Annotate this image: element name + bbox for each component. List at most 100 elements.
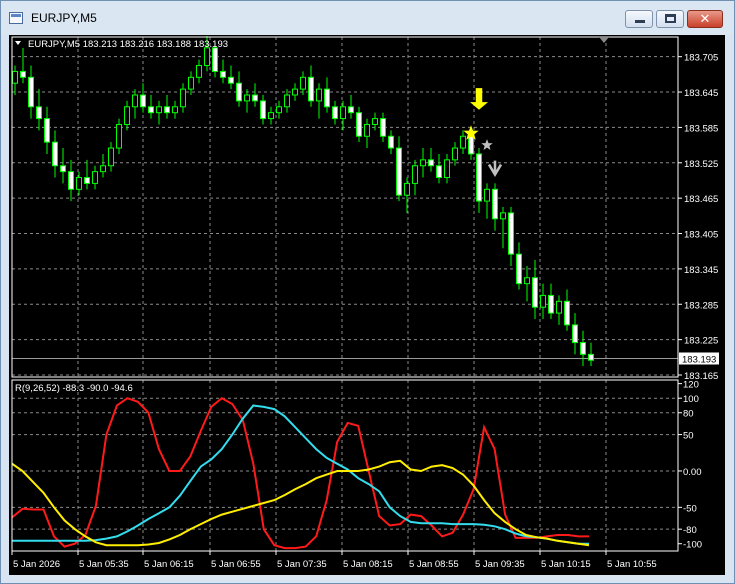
legend-symbol: EURJPY,M5	[28, 39, 83, 50]
candle-body	[116, 123, 122, 149]
candle-body	[564, 300, 570, 326]
time-label: 5 Jan 07:35	[277, 559, 327, 570]
time-label: 5 Jan 2026	[13, 559, 60, 570]
candle-body	[388, 135, 394, 149]
candle-body	[36, 106, 42, 120]
candle-body	[180, 88, 186, 108]
maximize-button[interactable]	[656, 10, 684, 28]
indicator-scale-label: -80	[683, 525, 697, 536]
candle-body	[588, 353, 594, 361]
candle-body	[124, 106, 130, 125]
minimize-icon	[635, 20, 645, 23]
candle-body	[84, 177, 90, 184]
chart-area[interactable]: 183.705 183.645 183.585 183.525 183.465 183.4…	[9, 35, 725, 575]
candle-body	[540, 294, 546, 308]
price-label: 183.285	[684, 300, 718, 311]
chart-canvas[interactable]: 183.705 183.645 183.585 183.525 183.465 183.4…	[9, 35, 725, 575]
window-title: EURJPY,M5	[31, 11, 97, 25]
candle-body	[276, 106, 282, 114]
minimize-button[interactable]	[625, 10, 653, 28]
time-label: 5 Jan 09:35	[475, 559, 525, 570]
candle-body	[428, 159, 434, 167]
indicator-scale-label: 100	[683, 394, 699, 405]
price-label: 183.585	[684, 123, 718, 134]
signal-markers	[463, 88, 503, 178]
candle-body	[356, 112, 362, 137]
candle-body	[92, 171, 98, 184]
maximize-icon	[665, 14, 676, 23]
candle-body	[396, 147, 402, 196]
candle-body	[196, 65, 202, 78]
title-bar[interactable]: EURJPY,M5 ✕	[1, 1, 734, 35]
price-label: 183.705	[684, 53, 718, 64]
legend-ohlc: 183.213 183.216 183.188 183.193	[83, 39, 228, 50]
time-label: 5 Jan 06:55	[211, 559, 261, 570]
candle-body	[220, 70, 226, 78]
indicator-line-red	[11, 396, 589, 550]
indicator-scale-label: -100	[683, 540, 702, 551]
candle-body	[28, 76, 34, 108]
candle-body	[300, 76, 306, 90]
candle-body	[452, 147, 458, 161]
candle-body	[460, 135, 466, 149]
indicator-pane-frame	[11, 379, 679, 552]
time-label: 5 Jan 06:15	[144, 559, 194, 570]
candle-body	[228, 76, 234, 84]
time-label: 5 Jan 10:15	[541, 559, 591, 570]
indicator-scale-label: 120	[683, 380, 699, 391]
candle-body	[244, 94, 250, 102]
candlesticks	[12, 36, 594, 367]
candle-body	[556, 300, 562, 314]
price-label: 183.465	[684, 194, 718, 205]
indicator-scale-label: -50	[683, 503, 697, 514]
candle-body	[156, 106, 162, 114]
price-label: 183.645	[684, 88, 718, 99]
chart-window: EURJPY,M5 ✕ 183.705 183.645 183.585 183.525…	[0, 0, 735, 584]
candle-body	[164, 106, 170, 114]
candle-body	[516, 253, 522, 285]
candle-body	[44, 118, 50, 143]
main-pane-frame	[11, 36, 679, 378]
candle-body	[260, 100, 266, 120]
candle-body	[148, 106, 154, 114]
candle-body	[500, 212, 506, 220]
chart-shift-icon	[599, 37, 609, 43]
price-label: 183.345	[684, 265, 718, 276]
candle-body	[268, 112, 274, 120]
close-icon: ✕	[699, 12, 711, 27]
candle-body	[548, 294, 554, 314]
candle-body	[108, 147, 114, 167]
price-label: 183.225	[684, 336, 718, 347]
time-label: 5 Jan 08:15	[343, 559, 393, 570]
indicator-scale-label: 0.00	[683, 467, 702, 478]
candle-body	[212, 47, 218, 72]
candle-body	[292, 88, 298, 96]
indicator-lines	[11, 396, 590, 550]
price-label: 183.525	[684, 159, 718, 170]
candle-body	[420, 159, 426, 167]
candle-body	[132, 94, 138, 108]
candle-body	[60, 165, 66, 173]
candle-body	[332, 106, 338, 120]
candle-body	[20, 70, 26, 78]
candle-body	[508, 212, 514, 255]
current-price-label: 183.193	[682, 354, 716, 365]
candle-body	[404, 182, 410, 196]
price-label: 183.405	[684, 230, 718, 241]
signal-star-icon	[481, 139, 493, 150]
close-button[interactable]: ✕	[687, 10, 723, 28]
time-label: 5 Jan 10:55	[607, 559, 657, 570]
candle-body	[140, 94, 146, 108]
candle-body	[204, 47, 210, 67]
candle-body	[364, 123, 370, 137]
candle-body	[324, 88, 330, 108]
candle-body	[372, 118, 378, 125]
candle-body	[580, 342, 586, 355]
candle-body	[380, 118, 386, 137]
candle-body	[236, 82, 242, 102]
candle-body	[308, 76, 314, 102]
time-label: 5 Jan 08:55	[409, 559, 459, 570]
indicator-scale-label: 80	[683, 409, 694, 420]
candle-body	[100, 165, 106, 173]
candle-body	[68, 171, 74, 190]
